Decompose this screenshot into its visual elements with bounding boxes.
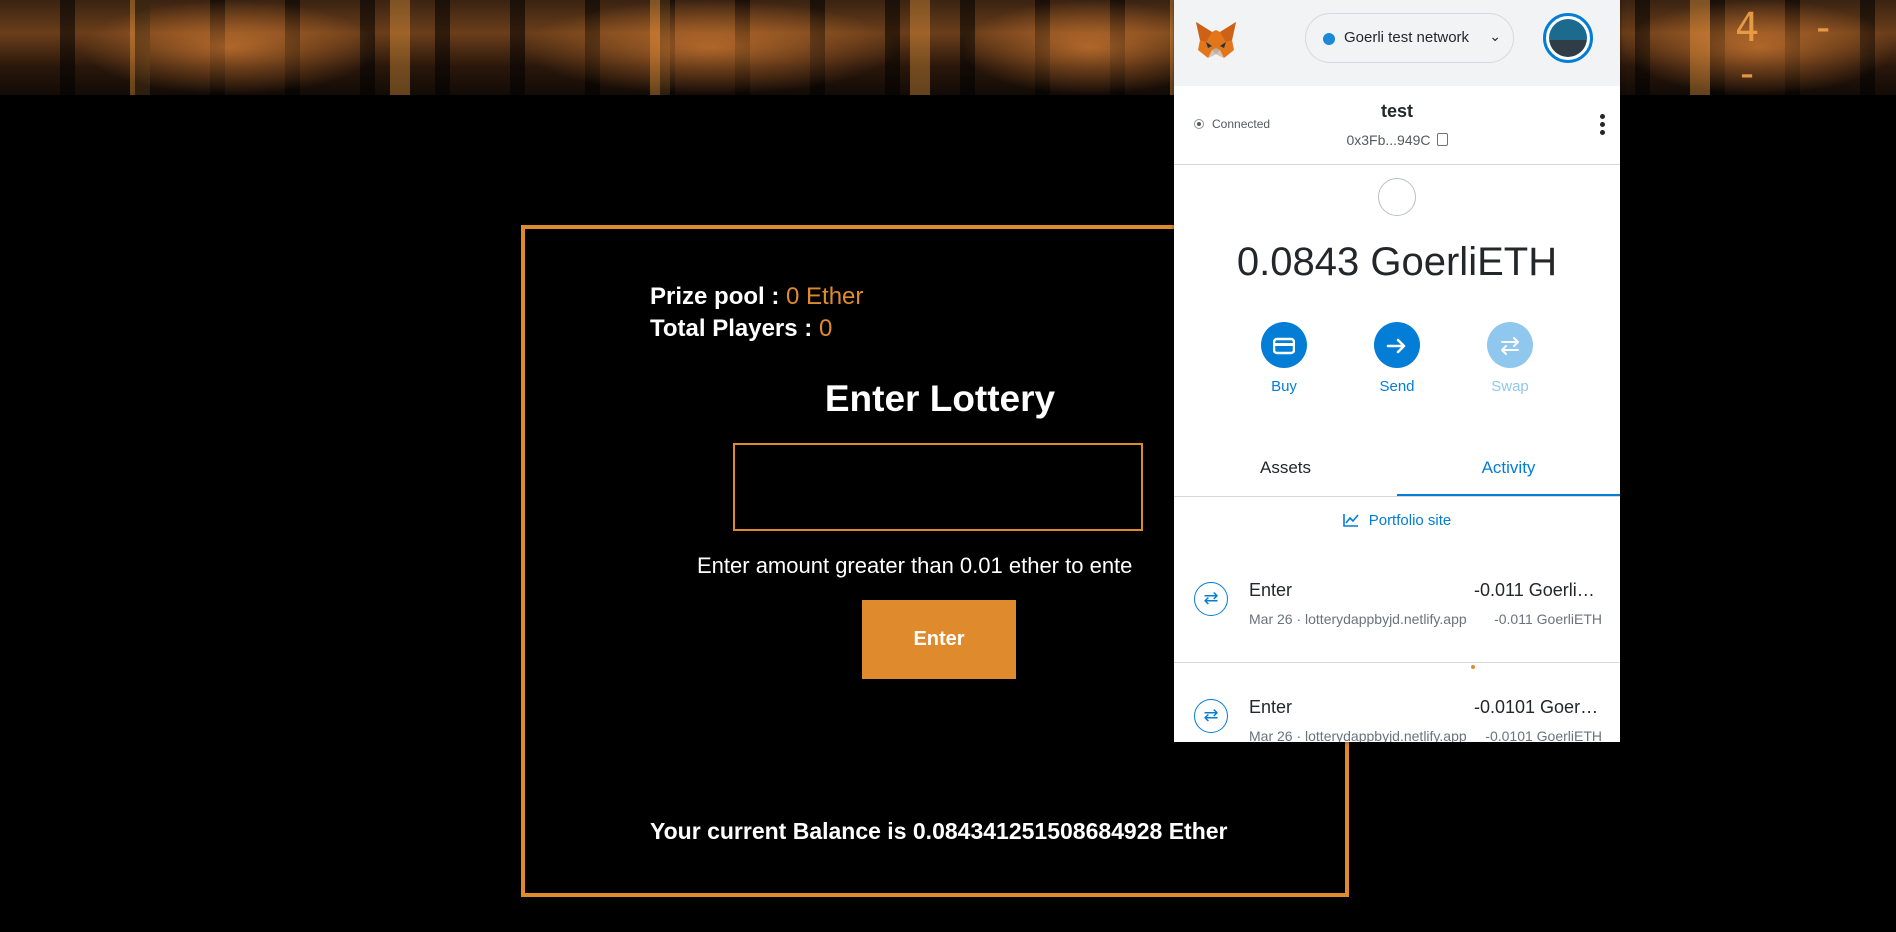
account-address: 0x3Fb...949C — [1346, 132, 1431, 148]
transaction-amount: -0.011 GoerliETH — [1474, 580, 1602, 600]
transaction-amount: -0.0101 GoerliETH — [1474, 697, 1602, 717]
hero-glow — [520, 0, 900, 95]
token-logo — [1378, 178, 1416, 216]
send-label: Send — [1379, 378, 1415, 395]
prize-pool-label: Prize pool : — [650, 283, 780, 310]
transaction-swap-icon: ⇄ — [1194, 582, 1228, 616]
transaction-amount-secondary: -0.0101 GoerliETH — [1485, 728, 1602, 742]
account-address-row[interactable]: 0x3Fb...949C — [1174, 130, 1620, 148]
transaction-swap-icon: ⇄ — [1194, 699, 1228, 733]
hero-digit-display: 4 - - — [1735, 5, 1850, 97]
avatar-image — [1549, 19, 1587, 57]
total-players-label: Total Players : — [650, 315, 813, 342]
arrow-right-icon — [1374, 322, 1420, 368]
network-selector[interactable]: Goerli test network ⌄ — [1305, 13, 1514, 63]
transaction-amount-secondary: -0.011 GoerliETH — [1494, 611, 1602, 627]
buy-label: Buy — [1271, 378, 1297, 395]
swap-label: Swap — [1491, 378, 1529, 395]
wallet-tabs: Assets Activity — [1174, 440, 1620, 497]
metamask-fox-icon[interactable] — [1194, 20, 1238, 60]
chevron-down-icon: ⌄ — [1489, 28, 1501, 44]
copy-icon[interactable] — [1432, 130, 1448, 146]
activity-list-item[interactable]: ⇄ Enter Mar 26 · lotterydappbyjd.netlify… — [1174, 546, 1620, 663]
chart-icon — [1342, 514, 1359, 527]
account-name: test — [1380, 101, 1413, 121]
transaction-title: Enter — [1249, 697, 1293, 717]
prize-pool-value: 0 Ether — [786, 283, 864, 310]
hero-glow — [80, 0, 380, 95]
activity-list-item[interactable]: ⇄ Enter Mar 26 · lotterydappbyjd.netlify… — [1174, 663, 1620, 742]
lottery-stats: Prize pool : 0 Ether Total Players : 0 — [650, 281, 863, 345]
transaction-subtitle: Mar 26 · lotterydappbyjd.netlify.app — [1249, 611, 1467, 627]
enter-lottery-button[interactable]: Enter — [862, 600, 1016, 679]
total-players-value: 0 — [818, 315, 833, 342]
amount-input[interactable] — [733, 443, 1143, 531]
account-options-icon[interactable] — [1600, 114, 1606, 138]
account-avatar[interactable] — [1543, 13, 1593, 63]
total-players-row: Total Players : 0 — [650, 313, 863, 345]
send-button[interactable]: Send — [1357, 322, 1437, 395]
page-title: Enter Lottery — [824, 378, 1056, 419]
account-bar: Connected test 0x3Fb...949C — [1174, 86, 1620, 165]
swap-button[interactable]: Swap — [1470, 322, 1550, 395]
swap-icon — [1487, 322, 1533, 368]
card-icon — [1261, 322, 1307, 368]
tab-activity[interactable]: Activity — [1397, 440, 1620, 496]
metamask-header: Goerli test network ⌄ — [1174, 0, 1620, 86]
metamask-popup: Goerli test network ⌄ Connected test 0x3… — [1174, 0, 1620, 742]
transaction-title: Enter — [1249, 580, 1293, 600]
wallet-balance: 0.0843 GoerliETH — [1236, 240, 1558, 284]
buy-button[interactable]: Buy — [1244, 322, 1324, 395]
network-name: Goerli test network — [1344, 29, 1470, 46]
current-balance-text: Your current Balance is 0.08434125150868… — [650, 818, 1228, 844]
tab-assets[interactable]: Assets — [1174, 440, 1397, 496]
prize-pool-row: Prize pool : 0 Ether — [650, 281, 863, 313]
loading-indicator-dot — [1471, 665, 1475, 669]
amount-hint: Enter amount greater than 0.01 ether to … — [697, 553, 1133, 578]
portfolio-site-link[interactable]: Portfolio site — [1174, 496, 1620, 547]
portfolio-site-label: Portfolio site — [1368, 512, 1452, 529]
network-status-dot-icon — [1323, 33, 1335, 45]
transaction-subtitle: Mar 26 · lotterydappbyjd.netlify.app — [1249, 728, 1467, 742]
